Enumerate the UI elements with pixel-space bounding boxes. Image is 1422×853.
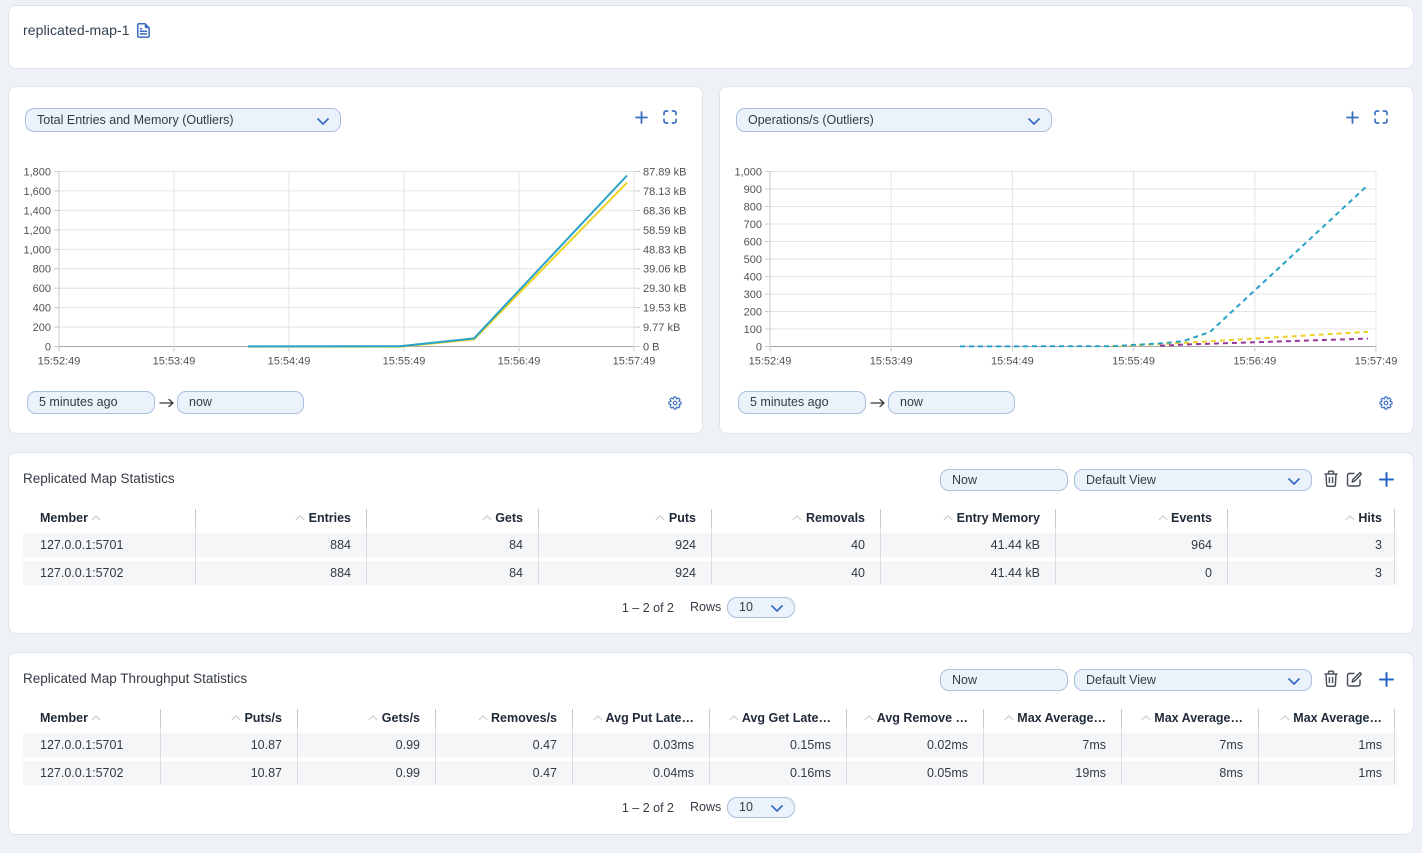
- svg-text:78.13 kB: 78.13 kB: [643, 186, 686, 198]
- svg-text:48.83 kB: 48.83 kB: [643, 244, 686, 256]
- svg-text:300: 300: [744, 289, 762, 301]
- svg-text:9.77 kB: 9.77 kB: [643, 322, 680, 334]
- svg-text:600: 600: [744, 237, 762, 249]
- svg-text:15:54:49: 15:54:49: [268, 356, 311, 368]
- svg-text:500: 500: [744, 254, 762, 266]
- svg-text:400: 400: [33, 303, 51, 315]
- svg-text:600: 600: [33, 283, 51, 295]
- svg-text:1,800: 1,800: [23, 167, 51, 179]
- svg-text:0 B: 0 B: [643, 342, 660, 354]
- svg-text:15:53:49: 15:53:49: [153, 356, 196, 368]
- svg-text:700: 700: [744, 219, 762, 231]
- svg-text:15:52:49: 15:52:49: [38, 356, 81, 368]
- svg-text:200: 200: [33, 322, 51, 334]
- svg-text:29.30 kB: 29.30 kB: [643, 283, 686, 295]
- svg-text:15:55:49: 15:55:49: [383, 356, 426, 368]
- svg-text:1,200: 1,200: [23, 225, 51, 237]
- svg-text:800: 800: [744, 202, 762, 214]
- svg-text:1,000: 1,000: [23, 244, 51, 256]
- svg-text:15:57:49: 15:57:49: [1355, 356, 1398, 368]
- svg-text:87.89 kB: 87.89 kB: [643, 167, 686, 179]
- svg-text:15:53:49: 15:53:49: [870, 356, 913, 368]
- svg-text:15:56:49: 15:56:49: [498, 356, 541, 368]
- svg-text:39.06 kB: 39.06 kB: [643, 264, 686, 276]
- svg-text:200: 200: [744, 307, 762, 319]
- svg-text:1,400: 1,400: [23, 205, 51, 217]
- svg-text:1,000: 1,000: [734, 167, 762, 179]
- svg-text:0: 0: [756, 342, 762, 354]
- svg-text:0: 0: [45, 342, 51, 354]
- svg-text:100: 100: [744, 324, 762, 336]
- svg-text:15:55:49: 15:55:49: [1112, 356, 1155, 368]
- svg-text:900: 900: [744, 184, 762, 196]
- svg-text:15:52:49: 15:52:49: [749, 356, 792, 368]
- svg-text:15:57:49: 15:57:49: [613, 356, 656, 368]
- svg-text:800: 800: [33, 264, 51, 276]
- svg-text:400: 400: [744, 272, 762, 284]
- svg-text:15:56:49: 15:56:49: [1233, 356, 1276, 368]
- svg-text:58.59 kB: 58.59 kB: [643, 225, 686, 237]
- svg-text:19.53 kB: 19.53 kB: [643, 303, 686, 315]
- svg-text:1,600: 1,600: [23, 186, 51, 198]
- svg-text:15:54:49: 15:54:49: [991, 356, 1034, 368]
- svg-text:68.36 kB: 68.36 kB: [643, 205, 686, 217]
